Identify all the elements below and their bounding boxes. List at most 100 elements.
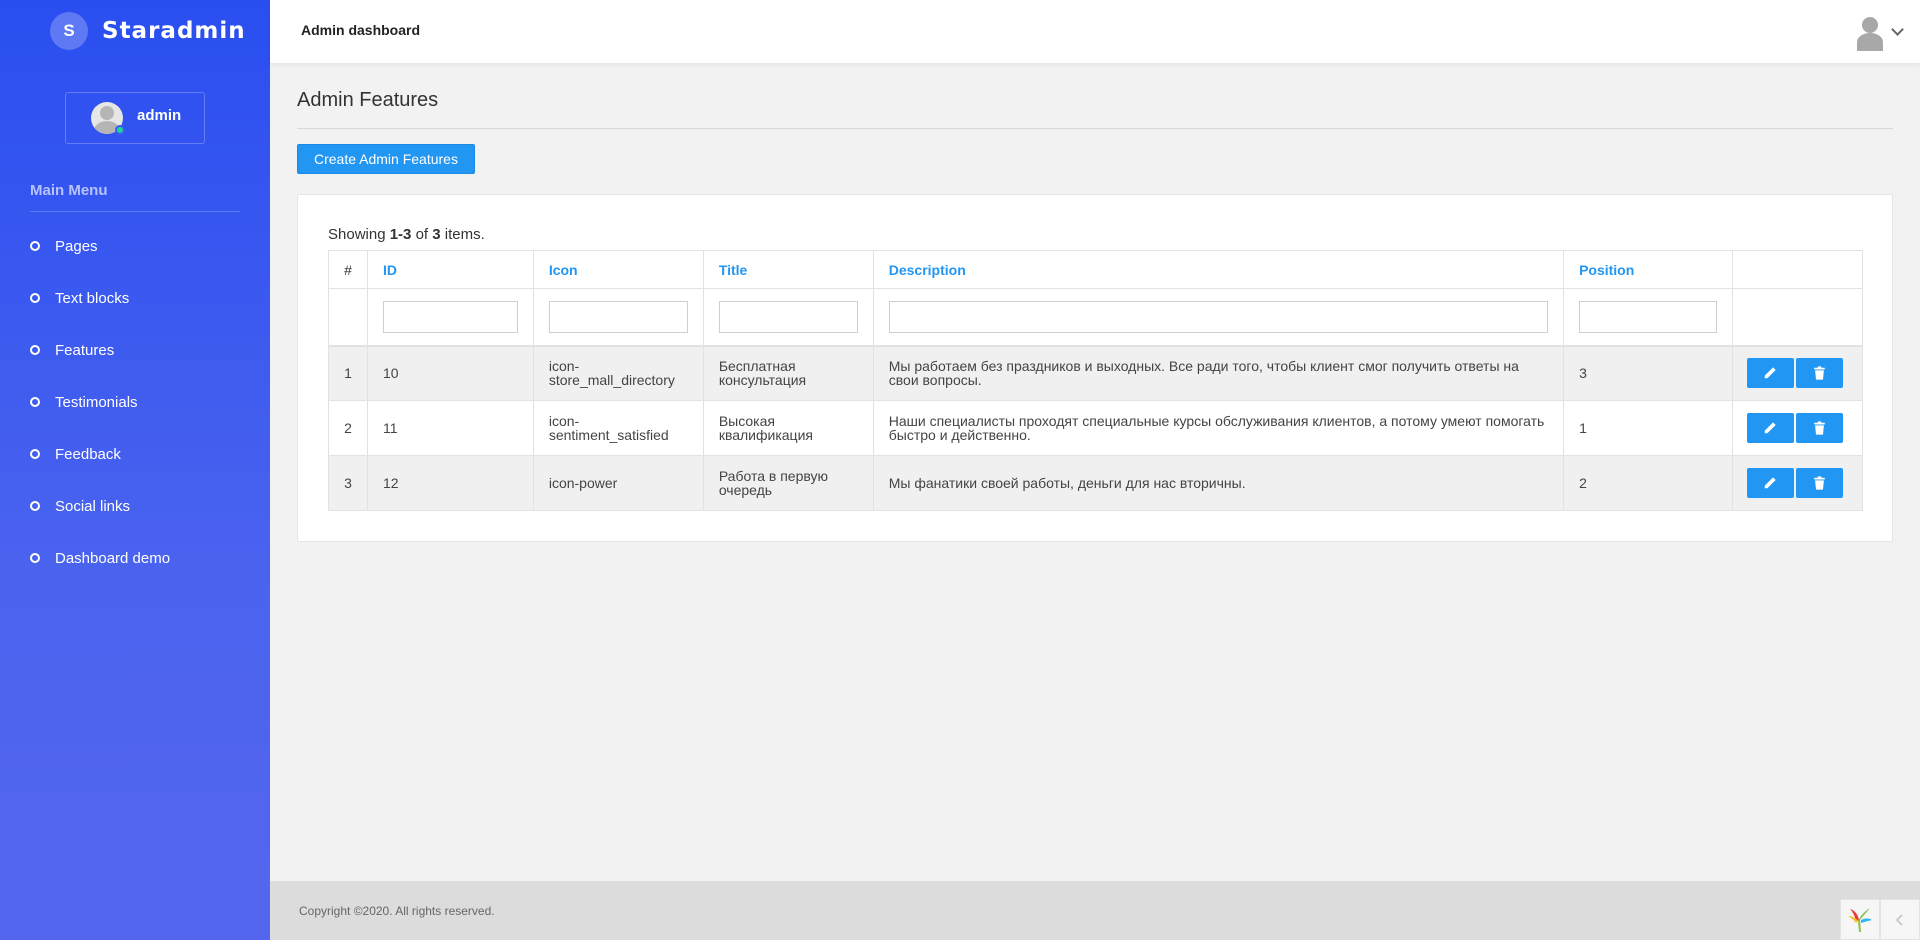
bullet-icon [30,553,40,563]
cell-description: Мы работаем без праздников и выходных. В… [872,345,1565,401]
brand[interactable]: S Staradmin [0,0,270,62]
cell-position: 3 [1563,345,1733,401]
summary-total: 3 [432,226,441,243]
bullet-icon [30,449,40,459]
summary-middle: of [411,226,433,243]
cell-actions [1731,455,1864,511]
cell-id: 10 [366,345,534,401]
sidebar-item-features[interactable]: Features [0,324,270,376]
column-header-description[interactable]: Description [872,250,1565,289]
column-header-id[interactable]: ID [366,250,534,289]
cell-actions [1731,400,1864,456]
sidebar-item-label: Features [55,341,115,359]
filter-id-input[interactable] [382,300,518,333]
cell-title: Бесплатная консультация [702,345,874,401]
sidebar-item-social-links[interactable]: Social links [0,480,270,532]
bullet-icon [30,397,40,407]
menu-title: Main Menu [30,182,108,199]
column-header-hash: # [328,250,368,289]
table-row: 2 11 icon-sentiment_satisfied Высокая кв… [328,400,1864,456]
debug-toolbar [1840,899,1920,940]
column-header-position[interactable]: Position [1563,250,1733,289]
grid-card: Showing 1-3 of 3 items. # ID Icon Title … [297,194,1893,542]
cell-icon: icon-power [532,455,704,511]
delete-button[interactable] [1795,468,1843,498]
filter-row [328,288,1864,347]
sidebar-item-label: Social links [55,497,131,515]
trash-icon [1814,366,1825,380]
sidebar-item-dashboard-demo[interactable]: Dashboard demo [0,532,270,584]
brand-name: Staradmin [102,18,246,44]
delete-button[interactable] [1795,358,1843,389]
table-header-row: # ID Icon Title Description Position [328,250,1864,289]
edit-button[interactable] [1746,468,1794,498]
cell-title: Работа в первую очередь [702,455,874,511]
edit-button[interactable] [1746,413,1794,443]
column-header-title[interactable]: Title [702,250,874,289]
filter-cell-empty [1731,288,1864,347]
header-title[interactable]: Admin dashboard [301,22,420,38]
edit-button[interactable] [1746,358,1794,389]
online-status-dot [115,125,125,135]
yii-logo-icon[interactable] [1840,899,1880,940]
summary-prefix: Showing [328,226,390,243]
footer: Copyright ©2020. All rights reserved. [270,881,1920,940]
sidebar-item-label: Text blocks [55,289,130,307]
pencil-icon [1765,367,1777,379]
main-content: Admin Features Create Admin Features Sho… [297,63,1893,542]
delete-button[interactable] [1795,413,1843,443]
filter-title-input[interactable] [718,300,858,333]
bullet-icon [30,501,40,511]
filter-cell [532,288,704,347]
filter-icon-input[interactable] [548,300,688,333]
menu-divider [30,211,240,212]
summary-range: 1-3 [389,226,412,243]
bullet-icon [30,345,40,355]
title-divider [297,128,1893,129]
user-profile[interactable]: admin [65,92,205,144]
filter-cell [366,288,534,347]
bullet-icon [30,241,40,251]
cell-actions [1731,345,1864,401]
row-number: 1 [328,345,368,401]
cell-id: 12 [366,455,534,511]
sidebar-item-label: Dashboard demo [55,549,171,567]
sidebar-item-pages[interactable]: Pages [0,220,270,272]
header-user-menu[interactable] [1855,16,1904,51]
chevron-left-icon[interactable] [1880,899,1920,940]
sidebar-item-label: Testimonials [55,393,138,411]
create-admin-features-button[interactable]: Create Admin Features [297,144,475,174]
cell-description: Мы фанатики своей работы, деньги для нас… [872,455,1565,511]
user-name: admin [137,106,182,124]
sidebar-item-testimonials[interactable]: Testimonials [0,376,270,428]
column-header-icon[interactable]: Icon [532,250,704,289]
features-table: # ID Icon Title Description Position 1 1… [328,250,1864,511]
sidebar-item-feedback[interactable]: Feedback [0,428,270,480]
table-row: 1 10 icon-store_mall_directory Бесплатна… [328,345,1864,401]
cell-icon: icon-sentiment_satisfied [532,400,704,456]
filter-description-input[interactable] [888,300,1549,333]
filter-position-input[interactable] [1579,300,1717,333]
cell-description: Наши специалисты проходят специальные ку… [872,400,1565,456]
sidebar-item-text-blocks[interactable]: Text blocks [0,272,270,324]
sidebar-item-label: Feedback [55,445,121,463]
row-number: 3 [328,455,368,511]
filter-cell [872,288,1565,347]
user-avatar-icon [1855,16,1885,51]
pencil-icon [1765,422,1777,434]
grid-summary: Showing 1-3 of 3 items. [328,226,1862,243]
trash-icon [1814,421,1825,435]
chevron-down-icon [1891,22,1904,36]
cell-title: Высокая квалификация [702,400,874,456]
summary-suffix: items. [440,226,485,243]
sidebar-item-label: Pages [55,237,98,255]
trash-icon [1814,476,1825,490]
cell-icon: icon-store_mall_directory [532,345,704,401]
cell-position: 1 [1563,400,1733,456]
cell-position: 2 [1563,455,1733,511]
sidebar: S Staradmin admin Main Menu Pages Text b… [0,0,270,940]
pencil-icon [1765,477,1777,489]
main-menu: Pages Text blocks Features Testimonials … [0,220,270,584]
filter-cell-empty [328,288,368,347]
bullet-icon [30,293,40,303]
